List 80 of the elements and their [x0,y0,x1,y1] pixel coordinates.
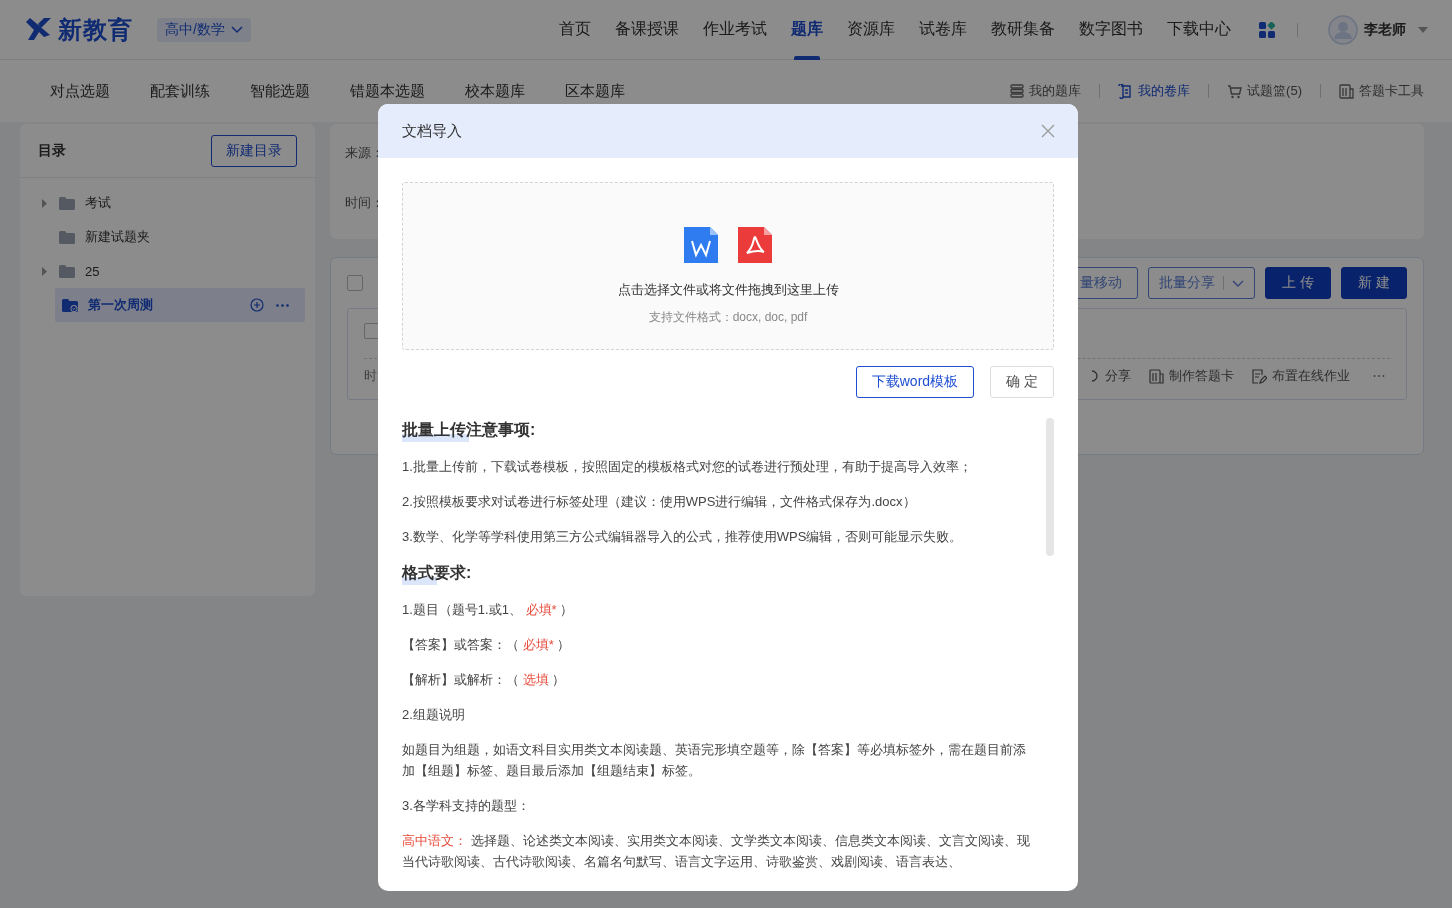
caret-icon[interactable] [1418,26,1428,33]
expand-caret-icon[interactable] [40,198,49,208]
toolbar-link[interactable]: 答题卡工具 [1339,82,1424,100]
chevron-icon[interactable] [1232,279,1245,287]
dialog-title: 文档导入 [402,121,462,141]
apps-icon[interactable] [1259,21,1275,38]
sub-tab[interactable]: 配套训练 [130,71,230,111]
toolbar-link[interactable]: 试题篮(5) [1227,82,1302,100]
nav-tab[interactable]: 资源库 [835,0,907,60]
supported-formats: 支持文件格式：docx, doc, pdf [648,309,808,326]
section-heading: 格式要求: [402,561,472,585]
nav-tab[interactable]: 数字图书 [1067,0,1155,60]
toolbar-button[interactable]: 新 建 [1341,267,1407,299]
sub-tab[interactable]: 错题本选题 [330,71,445,111]
new-folder-button[interactable]: 新建目录 [211,134,297,167]
sub-tab[interactable]: 校本题库 [445,71,545,111]
nav-tab[interactable]: 备课授课 [603,0,691,60]
subject-selector[interactable]: 高中/数学 [157,17,251,42]
tree-item[interactable]: 新建试题夹 [34,220,305,254]
upload-hint: 点击选择文件或将文件拖拽到这里上传 [617,281,839,299]
answer-sheet-icon [1149,368,1164,384]
instruction-text: 3.各学科支持的题型： [402,797,531,815]
instruction-text: 高中语文： 选择题、论述类文本阅读、实用类文本阅读、文学类文本阅读、信息类文本阅读、文言文阅读、现当代诗歌阅读、古代诗歌阅读、名篇名句默写、语言文字运用、诗歌鉴赏、戏剧阅读、语言表达、 [402,832,1031,871]
document-pen-icon [1252,368,1267,384]
toolbar-button[interactable]: 量移动 [1075,267,1139,299]
nav-tab[interactable]: 教研集备 [979,0,1067,60]
stack-icon [1010,84,1025,98]
add-icon[interactable] [250,298,264,312]
expand-caret-icon[interactable] [40,266,49,276]
toolbar-link[interactable]: 我的卷库 [1118,82,1191,100]
tree-item[interactable]: 考试 [34,186,305,220]
instruction-text: 2.组题说明 [402,706,466,724]
nav-tab[interactable]: 作业考试 [691,0,779,60]
instruction-text: 3.数学、化学等学科使用第三方公式编辑器导入的公式，推荐使用WPS编辑，否则可能显示失败。 [402,528,964,546]
folder-icon [59,230,75,244]
scroll-icon [1118,83,1134,99]
user-name[interactable]: 李老师 [1364,20,1406,39]
sidebar-title: 目录 [38,141,66,160]
folder-icon [59,196,75,210]
nav-tab[interactable]: 下载中心 [1155,0,1243,60]
instruction-text: 1.批量上传前，下载试卷模板，按照固定的模板格式对您的试卷进行预处理，有助于提高导入效率； [402,458,973,476]
nav-tab[interactable]: 首页 [547,0,603,60]
nav-tab[interactable]: 试卷库 [907,0,979,60]
answer-sheet-icon [1339,83,1354,99]
avatar-icon[interactable] [1328,14,1358,45]
filter-label: 时间： [345,194,385,212]
card-action[interactable]: 分享 [1092,367,1131,385]
upload-dropzone[interactable]: 点击选择文件或将文件拖拽到这里上传 支持文件格式：docx, doc, pdf [402,182,1054,350]
toolbar-button[interactable]: 上 传 [1265,267,1332,299]
tree-item[interactable]: 25 [34,254,305,288]
section-heading: 批量上传注意事项: [402,418,536,442]
folder-icon [59,264,75,278]
nav-tab[interactable]: 题库 [779,0,835,60]
select-all-checkbox[interactable] [347,275,363,291]
dialog-button[interactable]: 确 定 [990,366,1054,398]
cart-icon [1227,83,1243,99]
card-action[interactable]: 布置在线作业 [1252,367,1350,385]
instruction-text: 2.按照模板要求对试卷进行标签处理（建议：使用WPS进行编辑，文件格式保存为.docx） [402,493,917,511]
sub-tab[interactable]: 智能选题 [230,71,330,111]
instruction-text: 【解析】或解析：（ 选填 ） [402,671,567,689]
close-icon[interactable] [1040,123,1056,139]
pdf-file-icon [738,227,772,263]
tree-item[interactable]: 第一次周测 [55,288,305,322]
dialog-button[interactable]: 下载word模板 [855,366,975,398]
toolbar-button[interactable]: 批量分享 [1148,267,1256,299]
instruction-text: 如题目为组题，如语文科目实用类文本阅读题、英语完形填空题等，除【答案】等必填标签外，需在题目前添加【组题】标签、题目最后添加【组题结束】标签。 [402,741,1027,780]
sub-tab[interactable]: 区本题库 [545,71,645,111]
more-icon[interactable] [276,303,289,307]
paper-meta: 时 [364,367,377,385]
chevron-icon [230,25,243,34]
toolbar-link[interactable]: 我的题库 [1010,82,1082,100]
word-file-icon [684,227,718,263]
folder-icon [62,298,78,312]
scrollbar-thumb[interactable] [1046,418,1054,556]
card-action[interactable]: 制作答题卡 [1149,367,1234,385]
logo-text: 新教育 [58,14,133,45]
sub-tab[interactable]: 对点选题 [30,71,130,111]
filter-label: 来源： [345,144,385,162]
instruction-text: 【答案】或答案：（ 必填* ） [402,636,572,654]
instruction-text: 1.题目（题号1.或1、 必填* ） [402,601,575,619]
